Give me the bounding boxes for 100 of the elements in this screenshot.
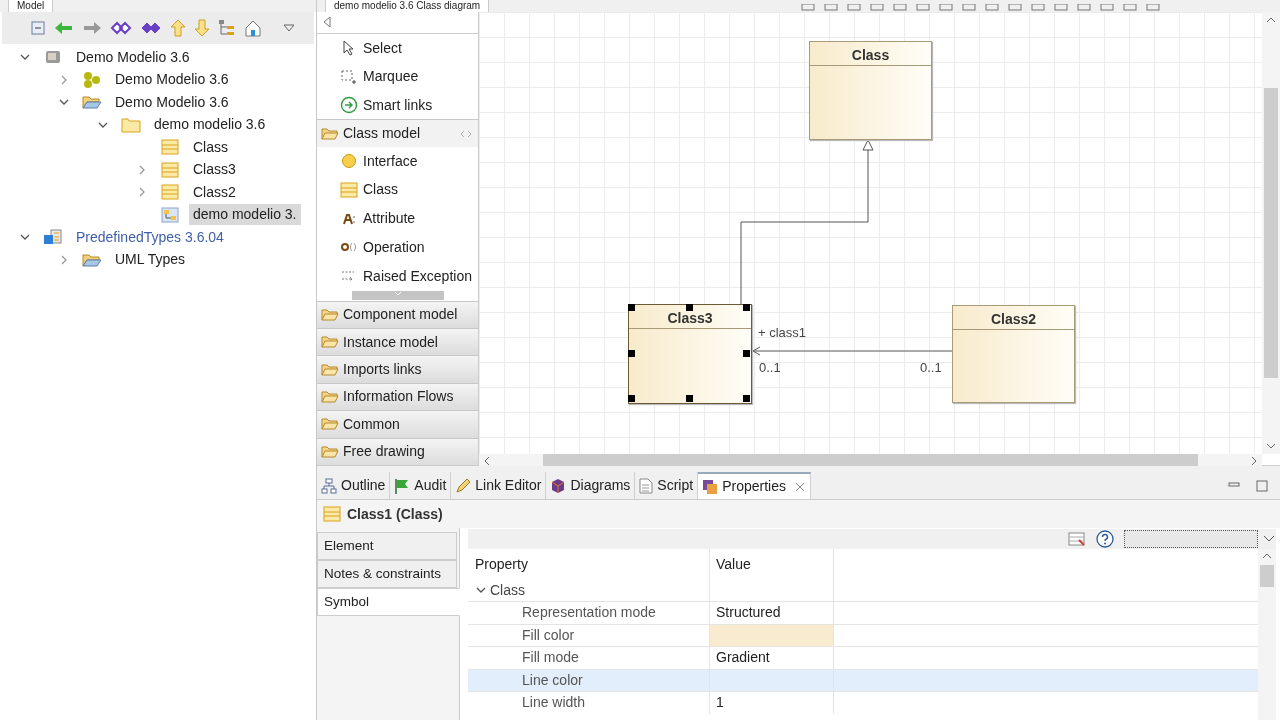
view-tab[interactable]: Model [8, 0, 54, 12]
side-tab[interactable]: Symbol [317, 588, 460, 616]
up-arrow-icon[interactable] [170, 19, 186, 37]
property-value[interactable]: Structured [710, 602, 834, 624]
diamond-link-icon[interactable] [140, 20, 162, 36]
view-tab[interactable]: Audit [390, 472, 452, 499]
pin-icon[interactable] [460, 128, 472, 139]
toolbar-icon[interactable] [916, 4, 930, 12]
menu-triangle-icon[interactable] [282, 23, 296, 33]
view-tab[interactable]: Script [635, 472, 699, 499]
column-header[interactable]: Property [468, 549, 710, 579]
property-row[interactable]: Line width 1 [468, 691, 1258, 714]
palette-tool[interactable]: Raised Exception [317, 261, 478, 291]
vertical-scrollbar[interactable] [1258, 549, 1276, 720]
help-icon[interactable] [1096, 530, 1114, 548]
chevron-down-icon[interactable] [476, 585, 486, 595]
selection-handle[interactable] [628, 395, 635, 402]
side-tab[interactable]: Notes & constraints [317, 560, 457, 588]
palette-drawer[interactable]: Imports links [317, 355, 478, 383]
toolbar-icon[interactable] [1100, 4, 1114, 12]
palette-tool[interactable]: Smart links [317, 90, 478, 120]
collapse-icon[interactable] [30, 20, 46, 36]
chevron-right-icon[interactable] [137, 187, 147, 198]
collapse-palette-icon[interactable] [323, 16, 331, 29]
tree-item[interactable]: demo modelio 3. [189, 204, 301, 226]
toolbar-icon[interactable] [824, 4, 838, 12]
chevron-right-icon[interactable] [59, 254, 69, 265]
property-row[interactable]: Fill mode Gradient [468, 646, 1258, 669]
palette-drawer[interactable]: Instance model [317, 327, 478, 356]
selection-handle[interactable] [743, 304, 750, 311]
view-tab[interactable]: Diagrams [546, 472, 636, 499]
toolbar-icon[interactable] [1008, 4, 1022, 12]
scrollbar-thumb[interactable] [1260, 565, 1274, 587]
toolbar-icon[interactable] [1123, 4, 1137, 12]
palette-drawer[interactable]: Common [317, 410, 478, 438]
palette-drawer[interactable]: Free drawing [317, 437, 478, 466]
diamond-link-icon[interactable] [110, 20, 132, 36]
tree-item[interactable]: Demo Modelio 3.6 [72, 46, 194, 68]
view-tab[interactable]: Outline [317, 472, 391, 499]
palette-tool[interactable]: Operation [317, 233, 478, 262]
vertical-scrollbar[interactable] [1262, 12, 1280, 454]
selection-handle[interactable] [628, 349, 635, 357]
tree-item[interactable]: PredefinedTypes 3.6.04 [72, 226, 228, 248]
generalization-connector[interactable] [740, 139, 874, 305]
palette-tool[interactable]: Interface [317, 146, 478, 176]
toolbar-icon[interactable] [870, 4, 884, 12]
table-edit-icon[interactable] [1068, 531, 1086, 547]
home-icon[interactable] [244, 19, 262, 37]
toolbar-icon[interactable] [962, 4, 976, 12]
palette-tool[interactable]: Marquee [317, 62, 478, 91]
tree-item[interactable]: Class3 [189, 159, 240, 181]
property-value[interactable]: Gradient [710, 647, 834, 669]
tree-item[interactable]: Demo Modelio 3.6 [111, 91, 233, 113]
toolbar-icon[interactable] [939, 4, 953, 12]
selection-handle[interactable] [628, 304, 635, 311]
toolbar-icon[interactable] [893, 4, 907, 12]
class-node[interactable]: Class [809, 41, 932, 140]
column-header[interactable]: Value [710, 549, 834, 579]
tree-item[interactable]: Class [189, 136, 232, 158]
toolbar-icon[interactable] [1054, 4, 1068, 12]
tree-item[interactable]: Demo Modelio 3.6 [111, 69, 233, 91]
class-node[interactable]: Class3 [628, 304, 752, 404]
selection-handle[interactable] [743, 349, 750, 357]
tree-icon[interactable] [218, 19, 236, 37]
back-arrow-icon[interactable] [54, 20, 74, 36]
view-tab[interactable]: Properties [698, 472, 811, 499]
chevron-right-icon[interactable] [59, 74, 69, 85]
toolbar-icon[interactable] [1077, 4, 1091, 12]
tree-item[interactable]: UML Types [111, 249, 190, 271]
toolbar-icon[interactable] [1031, 4, 1045, 12]
palette-tool[interactable]: Select [317, 33, 478, 63]
scroll-more-bar[interactable] [351, 290, 444, 300]
view-tab[interactable]: Link Editor [451, 472, 547, 499]
class-node[interactable]: Class2 [952, 305, 1075, 403]
forward-arrow-icon[interactable] [82, 20, 102, 36]
property-row[interactable]: Representation mode Structured [468, 601, 1258, 624]
palette-drawer[interactable]: Information Flows [317, 382, 478, 411]
selection-handle[interactable] [743, 395, 750, 402]
maximize-icon[interactable] [1256, 479, 1268, 492]
selection-handle[interactable] [685, 395, 693, 402]
palette-tool[interactable]: Attribute [317, 204, 478, 234]
chevron-right-icon[interactable] [137, 164, 147, 175]
group-label[interactable]: Class [490, 579, 525, 601]
property-row[interactable]: Fill color [468, 623, 1258, 646]
property-value[interactable]: 1 [710, 692, 834, 714]
palette-drawer[interactable]: Component model [317, 300, 478, 328]
property-row[interactable]: Line color [468, 668, 1258, 691]
toolbar-icon[interactable] [985, 4, 999, 12]
close-icon[interactable] [793, 480, 806, 493]
editor-tab[interactable]: demo modelio 3.6 Class diagram [325, 0, 490, 12]
side-tab[interactable]: Element [317, 532, 457, 560]
diagram-canvas[interactable]: Class Class3 Class2 + class1 0..1 0..1 [479, 12, 1262, 454]
toolbar-icon[interactable] [1146, 4, 1160, 12]
palette-drawer[interactable]: Class model [317, 119, 478, 147]
palette-tool[interactable]: Class [317, 175, 478, 205]
selection-handle[interactable] [685, 304, 693, 311]
scrollbar-thumb[interactable] [1264, 88, 1278, 378]
tree-item[interactable]: Class2 [189, 181, 240, 203]
color-swatch[interactable] [710, 624, 834, 646]
toolbar-icon[interactable] [801, 4, 815, 12]
